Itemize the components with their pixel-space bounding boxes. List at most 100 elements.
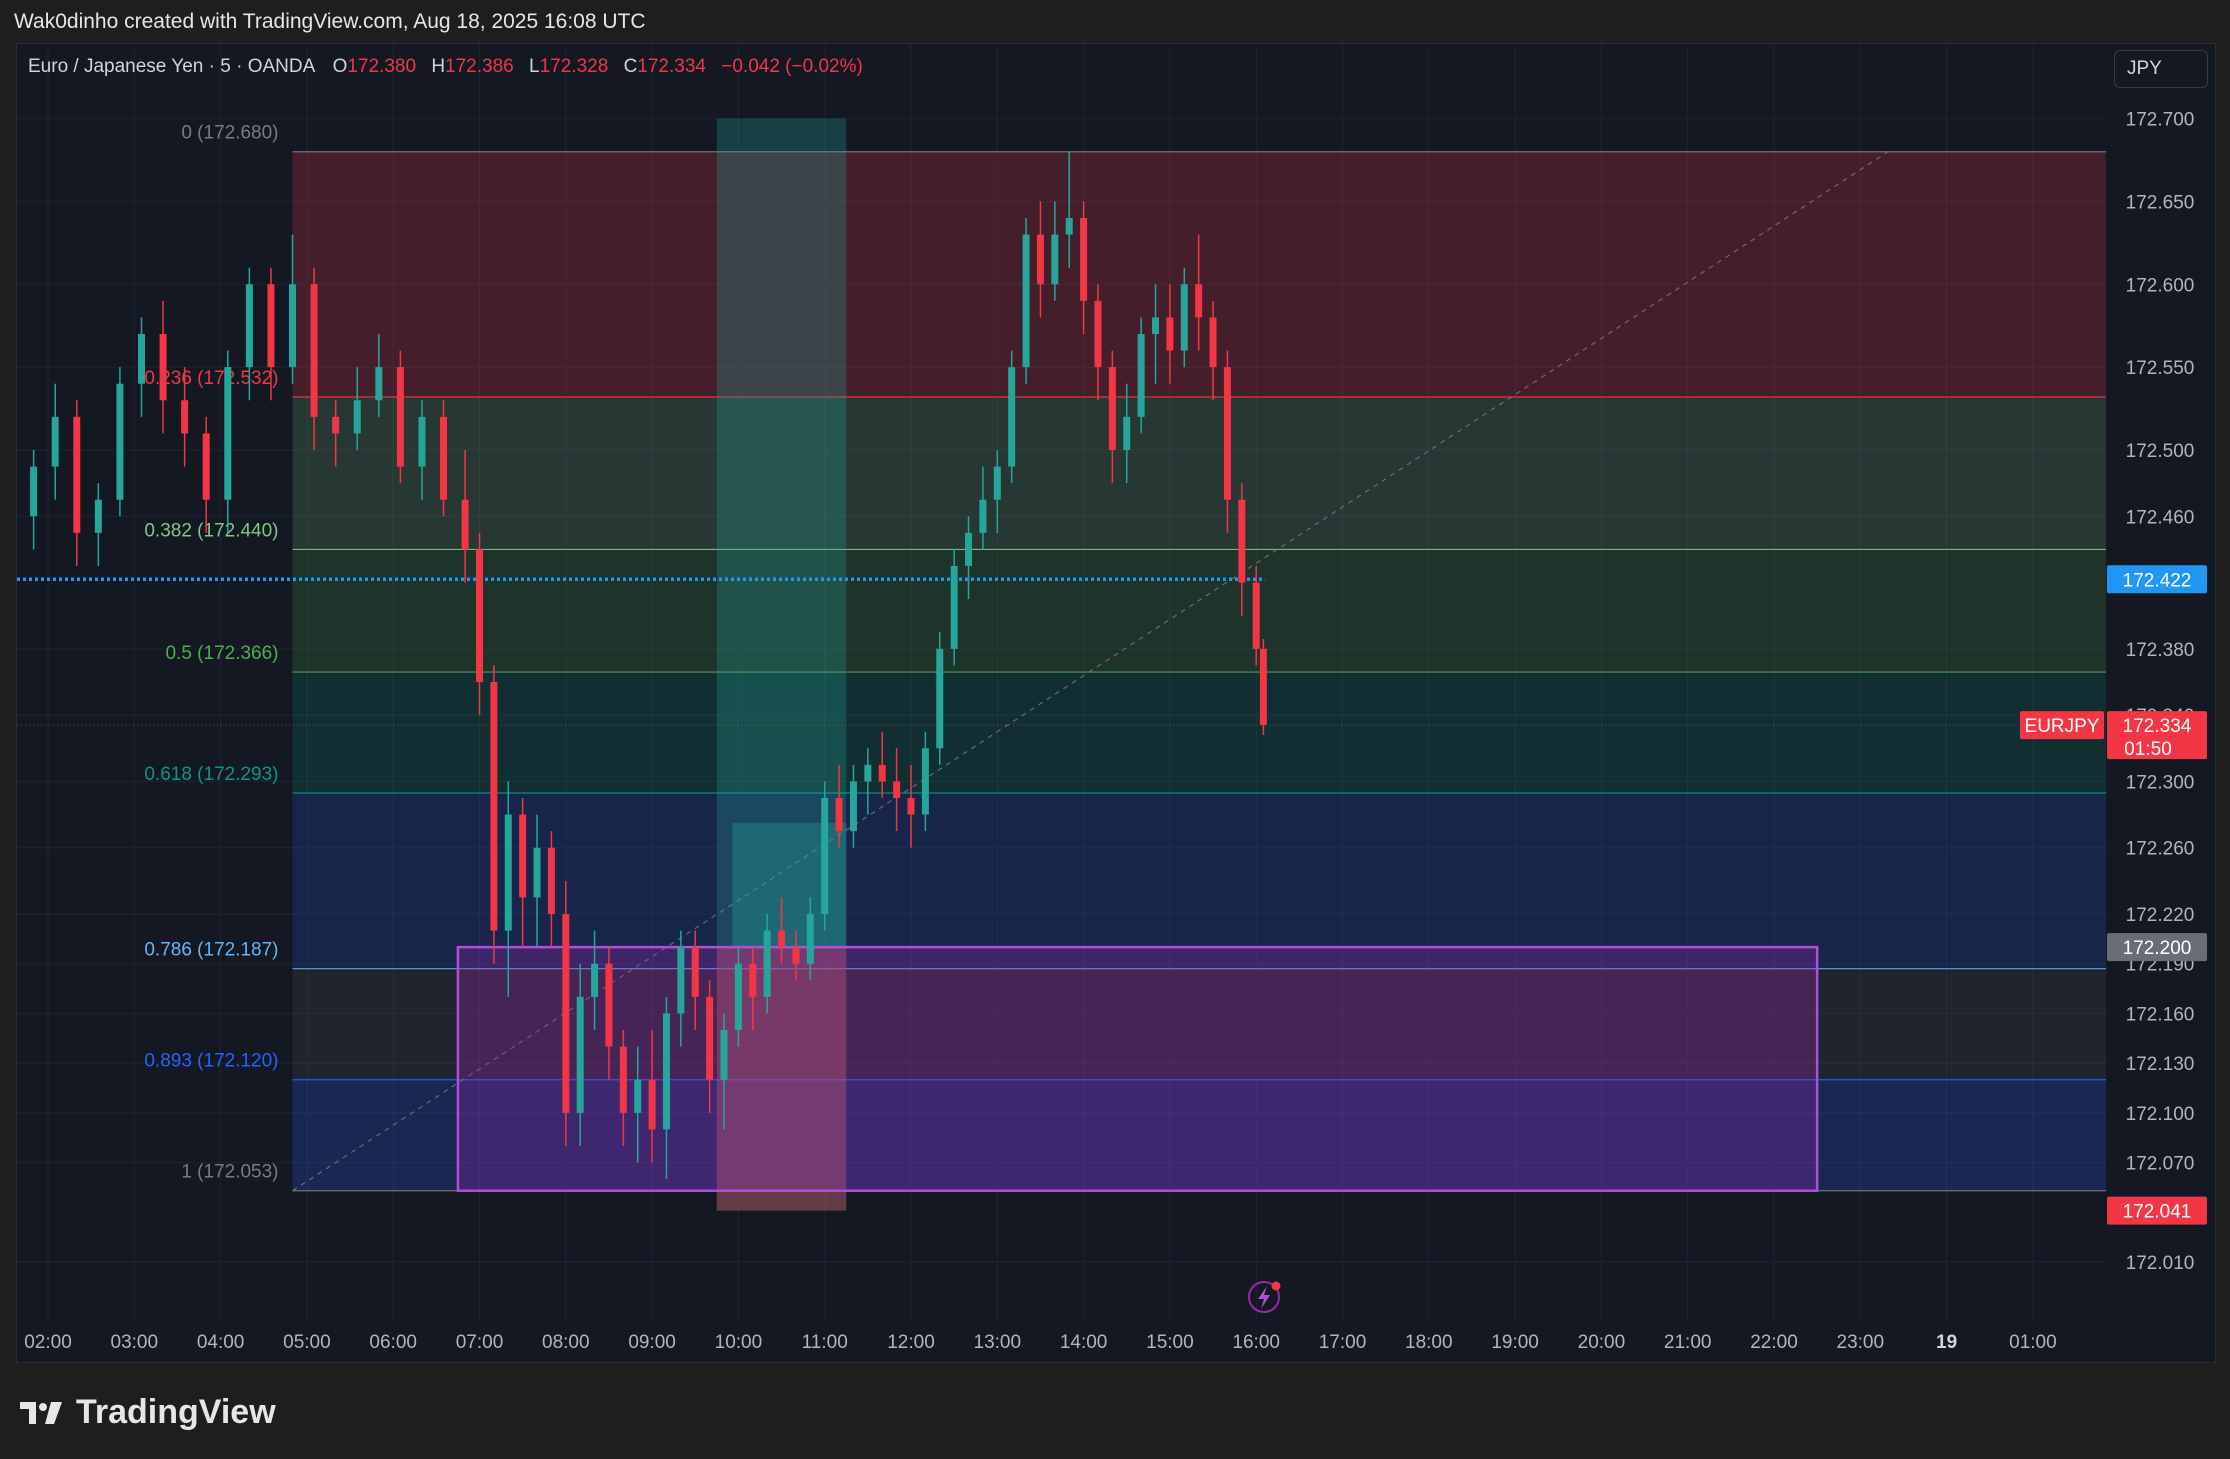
fib-level-label: 0.5 (172.366): [165, 643, 278, 664]
candle-body: [476, 549, 483, 682]
candle-body: [1252, 582, 1260, 649]
candle-body: [662, 1013, 670, 1130]
fib-level-label: 0 (172.680): [181, 123, 278, 144]
time-axis-tick: 01:00: [2009, 1332, 2057, 1353]
symbol-title[interactable]: Euro / Japanese Yen · 5 · OANDA: [28, 56, 315, 77]
price-axis-tick: 172.100: [2126, 1104, 2195, 1125]
candlestick-chart[interactable]: 0 (172.680)0.236 (172.532)0.382 (172.440…: [0, 0, 2230, 1459]
candle-body: [634, 1079, 642, 1113]
candle-body: [1238, 499, 1246, 583]
candle-body: [375, 367, 383, 401]
candle-body: [51, 416, 59, 467]
price-axis-tick: 172.700: [2126, 110, 2195, 131]
candle-body: [778, 930, 786, 948]
candle-body: [137, 334, 145, 384]
high-label: H: [431, 56, 446, 77]
session-highlight-block: [732, 822, 847, 948]
price-axis-tick: 172.130: [2126, 1054, 2195, 1075]
candle-body: [605, 963, 613, 1047]
candle-body: [1137, 334, 1145, 417]
candle-body: [720, 1030, 728, 1080]
candle-body: [310, 284, 318, 417]
time-axis-tick: 02:00: [24, 1332, 72, 1353]
candle-body: [792, 947, 800, 964]
candle-body: [691, 947, 699, 997]
time-axis-tick: 06:00: [369, 1332, 417, 1353]
time-axis-tick: 09:00: [628, 1332, 676, 1353]
candle-body: [1051, 234, 1059, 285]
candle-body: [490, 682, 498, 931]
lightning-icon-dot: [1271, 1281, 1281, 1291]
price-axis-tick: 172.600: [2126, 275, 2195, 296]
candle-body: [461, 499, 469, 550]
candle-body: [763, 930, 771, 997]
candle-body: [159, 334, 167, 401]
candle-body: [576, 996, 584, 1113]
fib-level-label: 0.893 (172.120): [144, 1051, 278, 1072]
candle-body: [677, 947, 685, 1014]
price-axis-tick: 172.500: [2126, 441, 2195, 462]
price-badge-label: 172.200: [2123, 938, 2192, 959]
candle-body: [396, 367, 404, 467]
price-axis-tick: 172.160: [2126, 1004, 2195, 1025]
candle-body: [878, 764, 886, 782]
candle-body: [1094, 300, 1102, 368]
time-axis-tick: 18:00: [1405, 1332, 1453, 1353]
candle-body: [821, 798, 829, 914]
open-value: 172.380: [347, 56, 417, 77]
close-value: 172.334: [637, 56, 706, 77]
close-label: C: [623, 56, 638, 77]
brand-name: TradingView: [76, 1393, 276, 1431]
tradingview-brand[interactable]: TradingView: [18, 1393, 276, 1432]
candle-body: [418, 416, 426, 467]
candle-body: [1008, 367, 1016, 467]
candle-body: [440, 416, 448, 500]
candle-body: [1108, 367, 1116, 450]
candle-body: [979, 499, 987, 533]
candle-body: [648, 1079, 656, 1130]
candle-body: [332, 416, 340, 434]
candle-body: [267, 284, 275, 368]
candle-body: [849, 781, 857, 832]
currency-button[interactable]: JPY: [2114, 50, 2208, 88]
candle-body: [734, 963, 742, 1030]
price-badge-label: 172.334: [2123, 716, 2192, 737]
price-axis-tick: 172.220: [2126, 905, 2195, 926]
ohlc-legend: Euro / Japanese Yen · 5 · OANDA O172.380…: [28, 56, 873, 78]
time-axis-tick: 12:00: [887, 1332, 935, 1353]
time-axis-tick: 11:00: [802, 1332, 848, 1353]
time-axis-tick: 16:00: [1232, 1332, 1280, 1353]
candle-body: [1036, 234, 1044, 285]
candle-body: [289, 284, 297, 368]
time-axis-tick: 19:00: [1491, 1332, 1539, 1353]
candle-body: [1195, 284, 1203, 318]
candle-body: [94, 499, 102, 533]
candle-body: [893, 781, 901, 798]
candle-body: [245, 284, 253, 368]
time-axis-tick: 05:00: [283, 1332, 331, 1353]
tradingview-logo-icon: [20, 1401, 62, 1424]
candle-body: [965, 532, 973, 566]
candle-body: [1152, 317, 1160, 334]
price-axis-tick: 172.380: [2126, 640, 2195, 661]
price-axis-tick: 172.650: [2126, 192, 2195, 213]
high-value: 172.386: [445, 56, 514, 77]
open-label: O: [332, 56, 348, 77]
candle-body: [30, 466, 38, 517]
candle-body: [835, 798, 843, 832]
candle-body: [864, 764, 872, 782]
candle-body: [706, 996, 714, 1080]
candle-body: [993, 466, 1001, 500]
lightning-icon: [1248, 1281, 1281, 1313]
candle-body: [116, 383, 124, 500]
candle-body: [547, 847, 555, 914]
candle-body: [1123, 416, 1131, 450]
price-badge-countdown: 01:50: [2124, 739, 2172, 760]
time-axis-tick: 15:00: [1146, 1332, 1194, 1353]
candle-body: [1166, 317, 1174, 351]
candle-body: [181, 400, 189, 434]
candle-body: [1080, 218, 1088, 301]
candle-body: [562, 914, 570, 1113]
price-axis-tick: 172.300: [2126, 772, 2195, 793]
price-axis-tick: 172.550: [2126, 358, 2195, 379]
